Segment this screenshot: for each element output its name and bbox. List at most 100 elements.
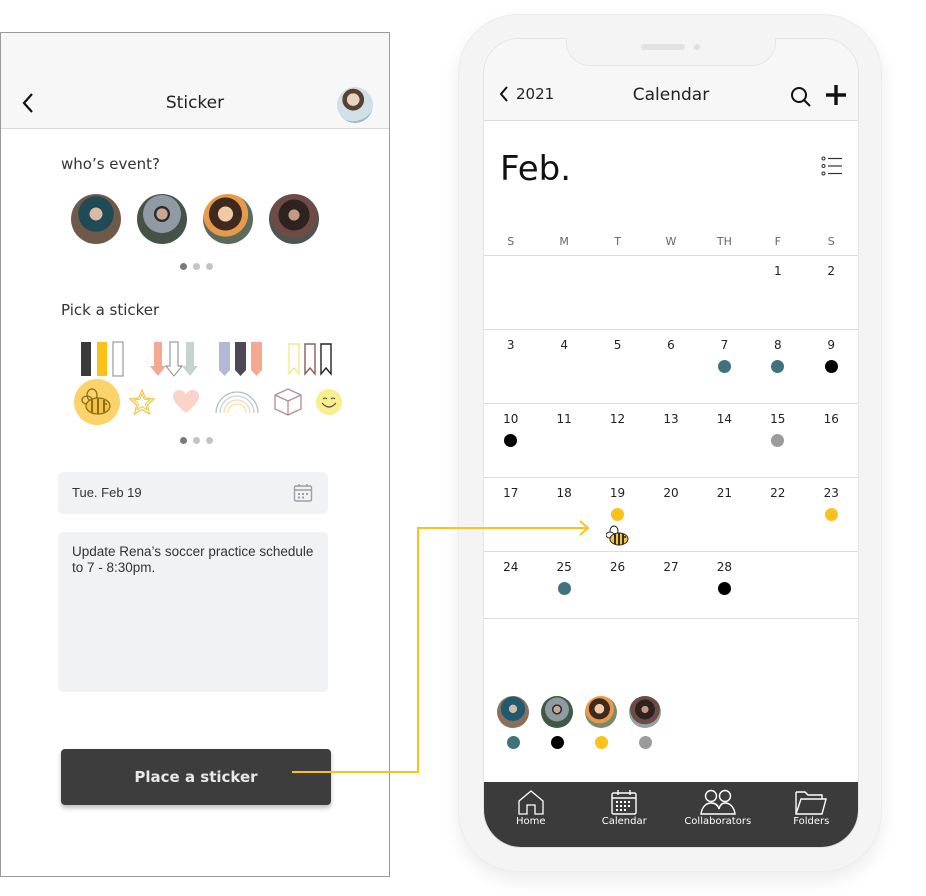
day-cell[interactable]: 10 [484,404,537,477]
day-cell[interactable]: 20 [644,478,697,551]
empty-day-cell [805,552,858,618]
search-icon[interactable] [790,86,812,108]
tab-collaborators[interactable]: Collaborators [671,782,765,847]
pager-dot[interactable] [206,437,213,444]
place-sticker-button[interactable]: Place a sticker [61,749,331,805]
day-cell[interactable]: 14 [698,404,751,477]
page-title: Sticker [165,93,225,113]
event-dot[interactable] [771,434,785,447]
person-avatar-1[interactable] [71,194,121,244]
day-cell[interactable]: 28 [698,552,751,618]
tab-home[interactable]: Home [484,782,578,847]
collaborator-color-dot [506,736,520,749]
tab-folders[interactable]: Folders [765,782,859,847]
calendar-icon[interactable] [293,483,313,503]
event-dot[interactable] [557,582,571,595]
collaborator-item[interactable] [585,696,617,749]
person-avatar-4[interactable] [269,194,319,244]
day-cell[interactable]: 2 [805,256,858,329]
day-cell[interactable]: 21 [698,478,751,551]
tab-sticker-set[interactable] [217,336,267,382]
rainbow-sticker[interactable] [212,379,262,425]
day-cell[interactable]: 23 [805,478,858,551]
tab-calendar[interactable]: Calendar [578,782,672,847]
day-cell[interactable]: 5 [591,330,644,403]
event-dot[interactable] [717,582,731,595]
notes-field[interactable]: Update Rena’s soccer practice schedule t… [58,532,328,692]
day-cell[interactable]: 16 [805,404,858,477]
day-cell[interactable]: 25 [537,552,590,618]
weekday-label: T [614,235,621,248]
empty-day-cell [591,256,644,329]
collaborator-legend [497,696,661,749]
day-number: 16 [823,412,839,426]
day-cell[interactable]: 26 [591,552,644,618]
day-cell[interactable]: 4 [537,330,590,403]
collaborator-item[interactable] [541,696,573,749]
list-view-icon[interactable] [821,156,843,176]
bee-sticker[interactable] [74,379,120,425]
event-dot[interactable] [504,434,518,447]
day-cell[interactable]: 19 [591,478,644,551]
week-row: 12 [484,255,858,329]
day-number: 13 [663,412,679,426]
event-dot[interactable] [824,360,838,373]
sticker-pager[interactable] [180,437,213,444]
user-avatar[interactable] [337,87,373,123]
day-cell[interactable]: 17 [484,478,537,551]
day-cell[interactable]: 8 [751,330,804,403]
plus-icon[interactable] [824,83,848,107]
date-field[interactable]: Tue. Feb 19 [58,472,328,514]
day-cell[interactable]: 13 [644,404,697,477]
event-dot[interactable] [771,360,785,373]
day-cell[interactable]: 7 [698,330,751,403]
heart-sticker[interactable] [166,379,206,425]
weekday-header: S M T W TH F S [484,235,858,248]
day-cell[interactable]: 24 [484,552,537,618]
tab-bar: Home Calendar Collaborators Folders [484,782,858,847]
flag-sticker-set[interactable] [77,336,127,382]
pager-dot[interactable] [193,263,200,270]
pager-dot[interactable] [193,437,200,444]
day-cell[interactable]: 22 [751,478,804,551]
event-dot[interactable] [824,508,838,521]
day-number: 2 [827,264,836,278]
day-cell[interactable]: 27 [644,552,697,618]
day-cell[interactable]: 15 [751,404,804,477]
star-sticker[interactable] [122,379,162,425]
date-value: Tue. Feb 19 [72,485,142,500]
day-cell[interactable]: 12 [591,404,644,477]
pager-dot[interactable] [180,437,187,444]
day-cell[interactable]: 11 [537,404,590,477]
collaborator-avatar[interactable] [629,696,661,728]
week-row: 10 11 12 13 14 15 16 [484,403,858,477]
bee-sticker-icon[interactable] [605,525,630,547]
day-cell[interactable]: 18 [537,478,590,551]
arrow-sticker-set[interactable] [149,336,199,382]
collaborator-avatar[interactable] [497,696,529,728]
week-row: 17 18 19 20 21 22 23 [484,477,858,551]
pager-dot[interactable] [206,263,213,270]
person-pager[interactable] [180,263,213,270]
day-cell[interactable]: 1 [751,256,804,329]
day-cell[interactable]: 9 [805,330,858,403]
collaborator-item[interactable] [497,696,529,749]
empty-day-cell [698,256,751,329]
weekday-label: W [665,235,677,248]
day-number: 27 [663,560,679,574]
collaborator-avatar[interactable] [541,696,573,728]
person-picker [71,194,319,244]
smiley-sticker[interactable] [314,379,344,425]
day-cell[interactable]: 3 [484,330,537,403]
person-avatar-2[interactable] [137,194,187,244]
day-cell[interactable]: 6 [644,330,697,403]
day-number: 10 [503,412,519,426]
cube-sticker[interactable] [268,379,308,425]
event-dot[interactable] [717,360,731,373]
collaborator-avatar[interactable] [585,696,617,728]
pager-dot[interactable] [180,263,187,270]
event-dot[interactable] [611,508,625,521]
person-avatar-3[interactable] [203,194,253,244]
collaborator-item[interactable] [629,696,661,749]
ribbon-sticker-set[interactable] [285,336,335,382]
